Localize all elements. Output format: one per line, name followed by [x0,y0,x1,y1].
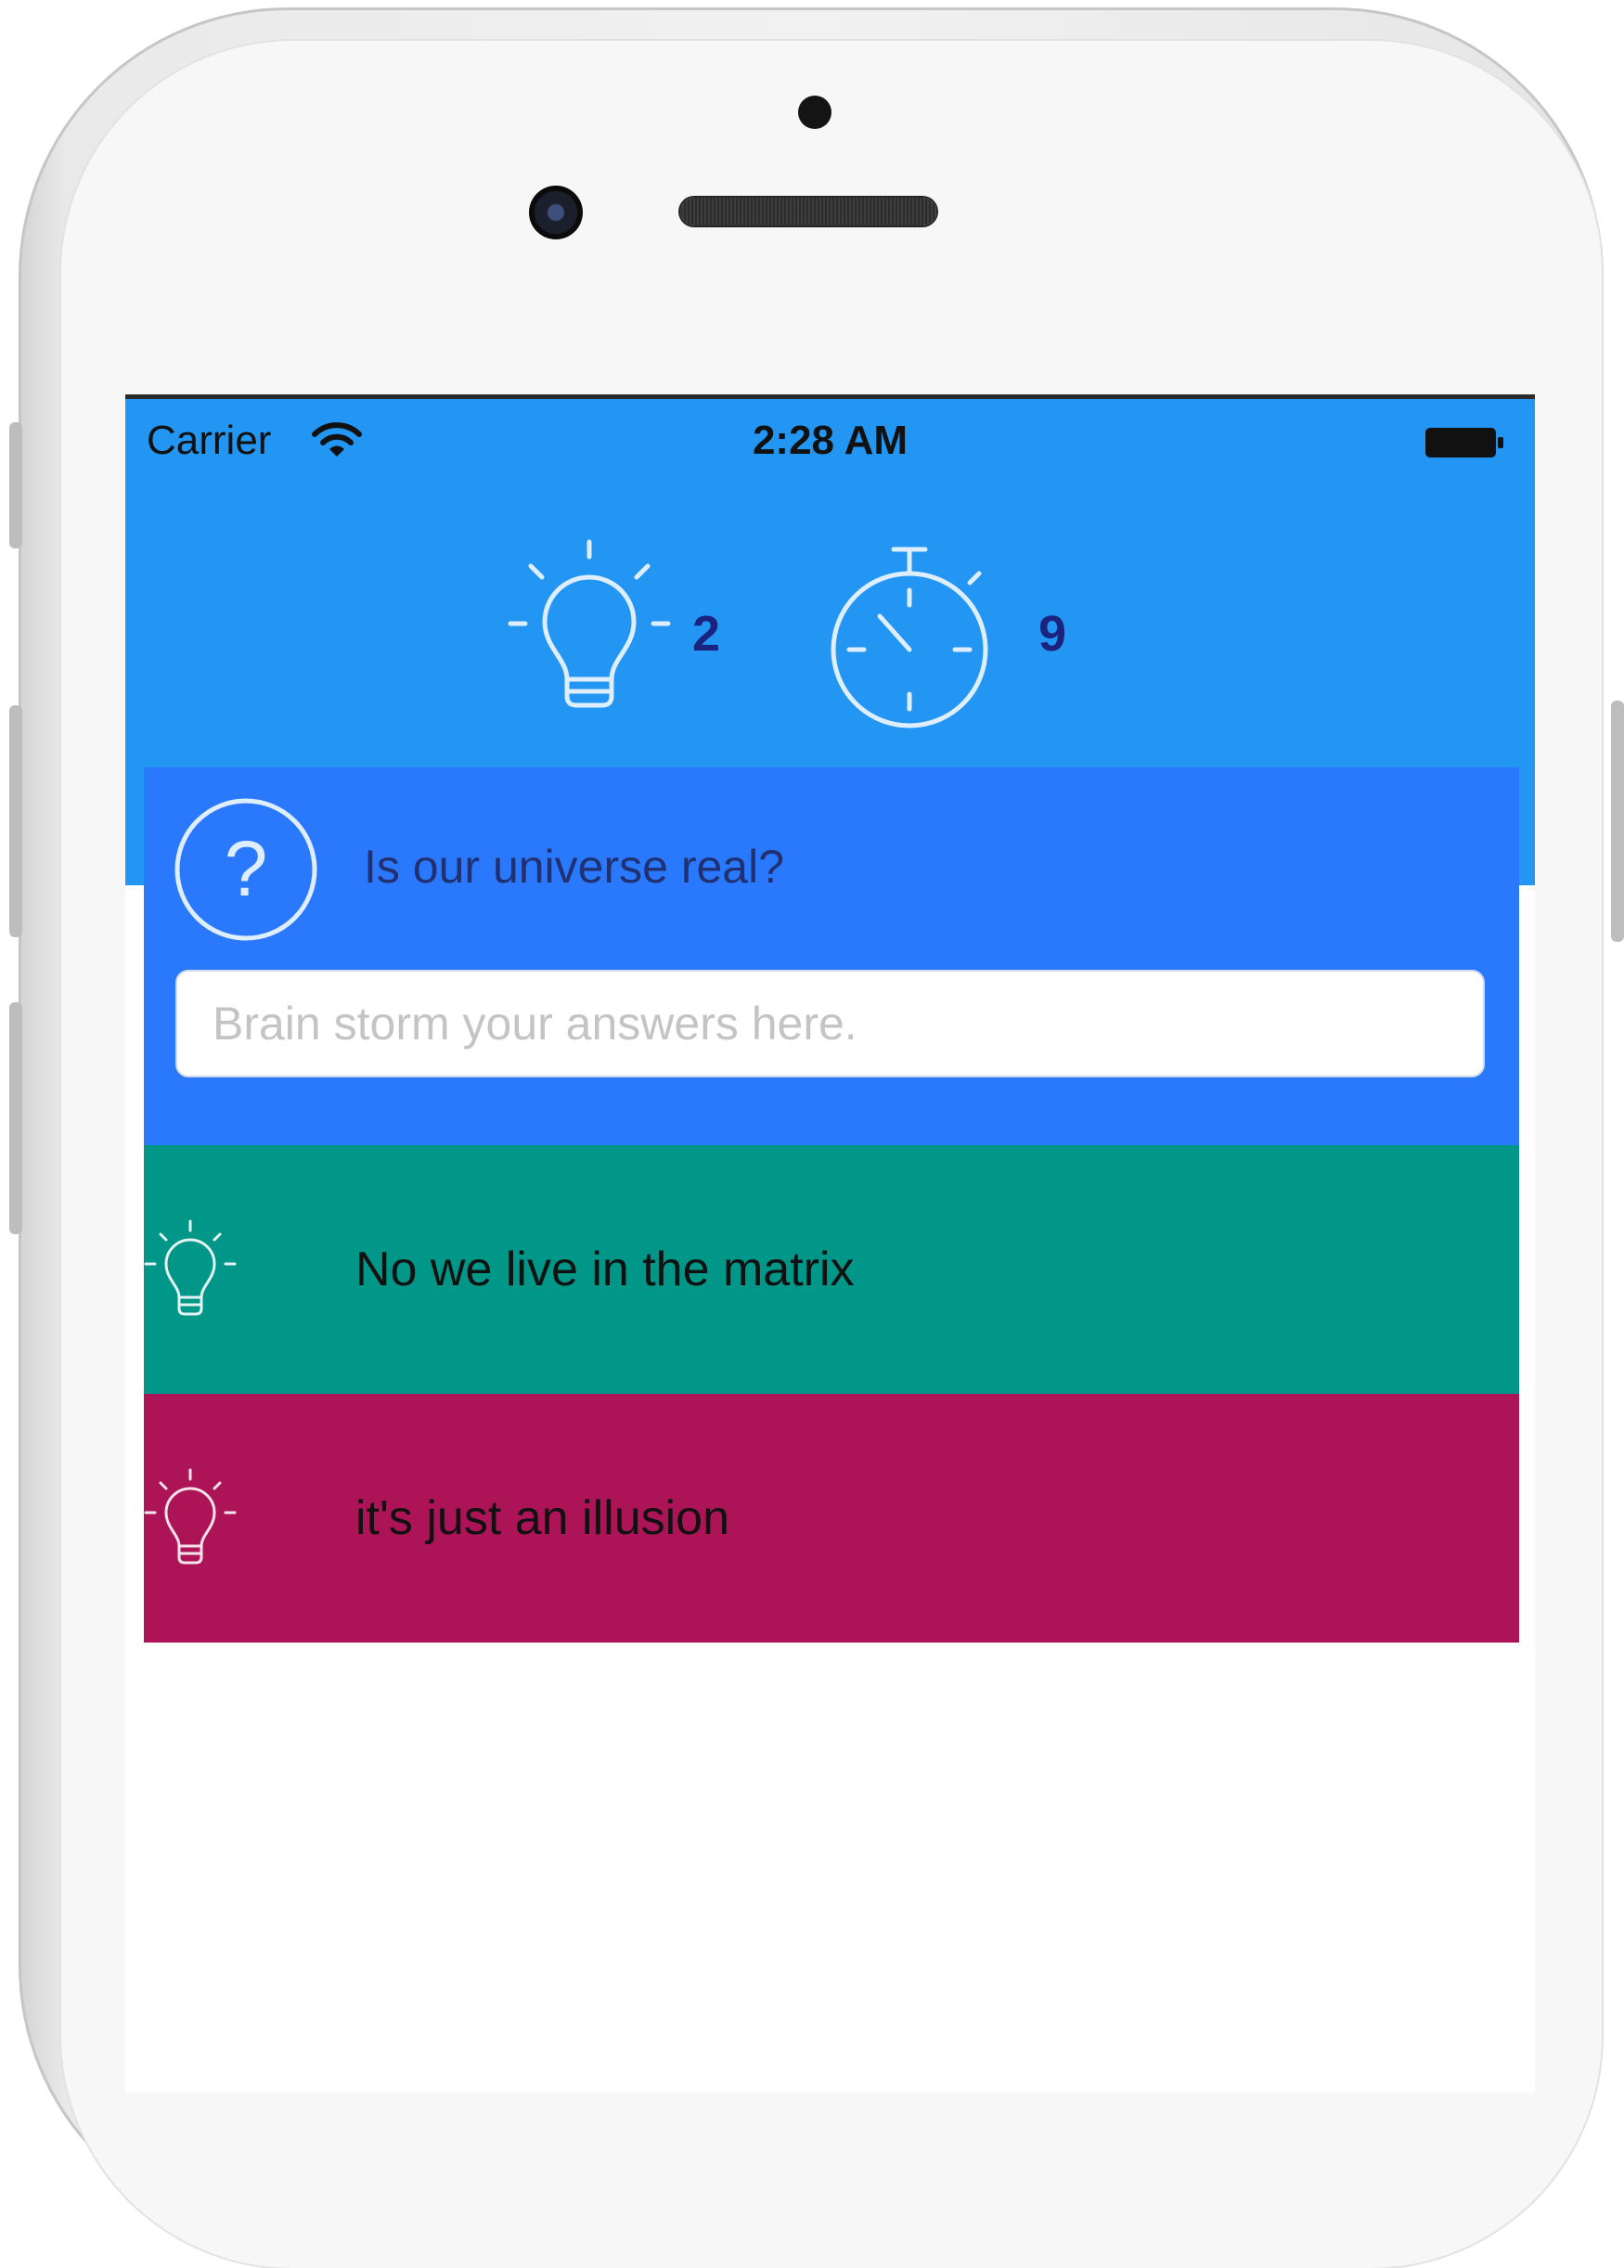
battery-full-icon [1425,428,1503,457]
status-time: 2:28 AM [752,418,909,463]
mute-switch [9,422,22,548]
lightbulb-icon [144,1468,237,1565]
stats-row: 2 9 [125,538,1535,742]
answer-text: No we live in the matrix [355,1243,855,1296]
answer-input[interactable] [175,970,1485,1077]
volume-down-button [9,1002,22,1234]
question-mark-icon: ? [174,798,317,941]
answer-item-1[interactable]: No we live in the matrix [144,1145,1519,1394]
stopwatch-icon [831,547,988,728]
lightbulb-icon [144,1219,237,1316]
svg-text:?: ? [225,825,268,912]
lightbulb-icon [508,539,671,708]
app-screen: Carrier 2:28 AM 2 9 ? Is our universe re… [125,394,1535,2093]
power-button [1611,701,1624,942]
ideas-count: 2 [692,606,721,662]
answer-item-2[interactable]: it's just an illusion [144,1394,1519,1643]
answer-text: it's just an illusion [355,1491,729,1545]
earpiece-speaker [680,198,936,226]
proximity-sensor [798,96,831,129]
status-bar: Carrier 2:28 AM [125,399,1535,477]
front-camera [529,186,583,239]
question-text: Is our universe real? [364,841,785,893]
question-card: ? Is our universe real? [144,767,1519,1145]
volume-up-button [9,705,22,937]
timer-value: 9 [1038,606,1067,662]
